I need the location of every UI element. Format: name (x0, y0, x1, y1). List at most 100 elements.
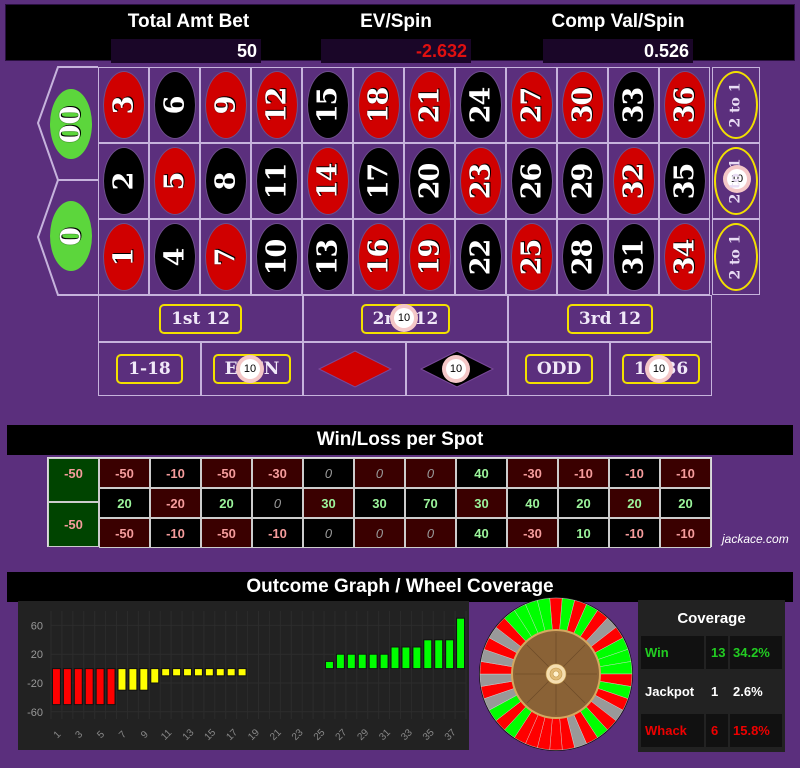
winloss-cell-11: 0 (252, 488, 303, 518)
bet-spot-column-1[interactable]: 2 to 1 (712, 219, 760, 295)
bet-spot-3[interactable]: 3 (98, 67, 149, 143)
number-label: 23 (464, 163, 496, 199)
winloss-cell-15: 0 (303, 458, 354, 488)
x-tick-label: 25 (312, 727, 328, 743)
bet-spot-odd[interactable]: ODD (508, 342, 610, 396)
bar-37 (445, 639, 455, 670)
number-label: 3 (107, 96, 139, 114)
bet-spot-14[interactable]: 14 (302, 143, 353, 219)
number-label: 35 (668, 163, 700, 199)
bet-spot-00[interactable]: 00 (50, 89, 92, 159)
y-tick-label: 20 (31, 649, 43, 661)
bet-spot-9[interactable]: 9 (200, 67, 251, 143)
bet-spot-0[interactable]: 0 (50, 201, 92, 271)
bet-spot-34[interactable]: 34 (659, 219, 710, 295)
bet-spot-32[interactable]: 32 (608, 143, 659, 219)
bet-spot-33[interactable]: 33 (608, 67, 659, 143)
bar-4 (84, 668, 94, 706)
bet-spot-column-2[interactable]: 2 to 1 (712, 143, 760, 219)
coverage-label: Whack (641, 714, 704, 747)
bet-spot-6[interactable]: 6 (149, 67, 200, 143)
number-0: 0 (55, 226, 87, 246)
chip-high[interactable]: 10 (645, 355, 673, 383)
bet-spot-12[interactable]: 12 (251, 67, 302, 143)
number-label: 1 (107, 248, 139, 266)
winloss-title: Win/Loss per Spot (7, 425, 793, 455)
coverage-row-whack: Whack 6 15.8% (641, 714, 782, 747)
bet-spot-28[interactable]: 28 (557, 219, 608, 295)
bet-spot-26[interactable]: 26 (506, 143, 557, 219)
bet-spot-red[interactable] (303, 342, 406, 396)
winloss-cell-0: -50 (48, 502, 99, 547)
chip-even[interactable]: 10 (236, 355, 264, 383)
number-label: 20 (413, 163, 445, 199)
column-label: 2 to 1 (728, 82, 745, 128)
bar-26 (325, 660, 334, 670)
black-oval: 10 (255, 223, 298, 291)
bet-spot-24[interactable]: 24 (455, 67, 506, 143)
coverage-pct: 2.6% (733, 684, 763, 699)
bet-spot-25[interactable]: 25 (506, 219, 557, 295)
red-oval: 32 (612, 147, 655, 215)
bet-spot-13[interactable]: 13 (302, 219, 353, 295)
bet-spot-29[interactable]: 29 (557, 143, 608, 219)
ev-spin-label: EV/Spin (360, 11, 432, 32)
bar-13 (183, 668, 192, 677)
bet-spot-20[interactable]: 20 (404, 143, 455, 219)
winloss-cell-2: 20 (99, 488, 150, 518)
chip-dozen-2[interactable]: 10 (390, 304, 418, 332)
bet-spot-dozen-1[interactable]: 1st 12 (98, 295, 303, 342)
black-oval: 35 (663, 147, 706, 215)
number-label: 13 (311, 239, 343, 275)
bet-spot-15[interactable]: 15 (302, 67, 353, 143)
bet-spot-36[interactable]: 36 (659, 67, 710, 143)
red-oval: 14 (306, 147, 349, 215)
bet-spot-21[interactable]: 21 (404, 67, 455, 143)
number-label: 7 (209, 248, 241, 266)
bet-spot-17[interactable]: 17 (353, 143, 404, 219)
bet-spot-column-3[interactable]: 2 to 1 (712, 67, 760, 143)
comp-val-label: Comp Val/Spin (551, 11, 685, 32)
bet-spot-19[interactable]: 19 (404, 219, 455, 295)
bet-spot-30[interactable]: 30 (557, 67, 608, 143)
winloss-cell-1: -50 (99, 518, 150, 548)
bet-spot-10[interactable]: 10 (251, 219, 302, 295)
winloss-grid: -50 -50 -50 -10 -50 -30 0 0 0 40 -30 -10 -10 -10 20 -20… (47, 457, 712, 548)
x-tick-label: 21 (268, 727, 284, 743)
bet-spot-7[interactable]: 7 (200, 219, 251, 295)
black-oval: 8 (204, 147, 247, 215)
bet-spot-35[interactable]: 35 (659, 143, 710, 219)
winloss-cell-32: 20 (609, 488, 660, 518)
winloss-cell-28: 10 (558, 518, 609, 548)
coverage-label: Win (641, 636, 704, 669)
number-label: 31 (617, 239, 649, 275)
bet-spot-23[interactable]: 23 (455, 143, 506, 219)
number-label: 15 (311, 87, 343, 123)
bet-spot-4[interactable]: 4 (149, 219, 200, 295)
chip-black[interactable]: 10 (442, 355, 470, 383)
winloss-cell-21: 0 (405, 458, 456, 488)
number-label: 4 (158, 248, 190, 266)
black-oval: 15 (306, 71, 349, 139)
bet-spot-16[interactable]: 16 (353, 219, 404, 295)
bet-spot-31[interactable]: 31 (608, 219, 659, 295)
brand-link[interactable]: jackace.com (722, 532, 789, 546)
bet-spot-1[interactable]: 1 (98, 219, 149, 295)
number-label: 5 (158, 172, 190, 190)
bar-1 (52, 668, 61, 706)
bet-spot-5[interactable]: 5 (149, 143, 200, 219)
bet-spot-11[interactable]: 11 (251, 143, 302, 219)
coverage-pct: 15.8% (730, 714, 782, 747)
bet-spot-8[interactable]: 8 (200, 143, 251, 219)
bet-spot-22[interactable]: 22 (455, 219, 506, 295)
bet-spot-dozen-3[interactable]: 3rd 12 (508, 295, 712, 342)
bet-spot-27[interactable]: 27 (506, 67, 557, 143)
bet-spot-low[interactable]: 1-18 (98, 342, 201, 396)
black-oval: 28 (561, 223, 604, 291)
red-oval: 19 (408, 223, 451, 291)
bet-spot-18[interactable]: 18 (353, 67, 404, 143)
odd-label: ODD (524, 354, 594, 384)
bar-10 (150, 668, 160, 684)
bet-spot-2[interactable]: 2 (98, 143, 149, 219)
bar-3 (73, 668, 83, 706)
